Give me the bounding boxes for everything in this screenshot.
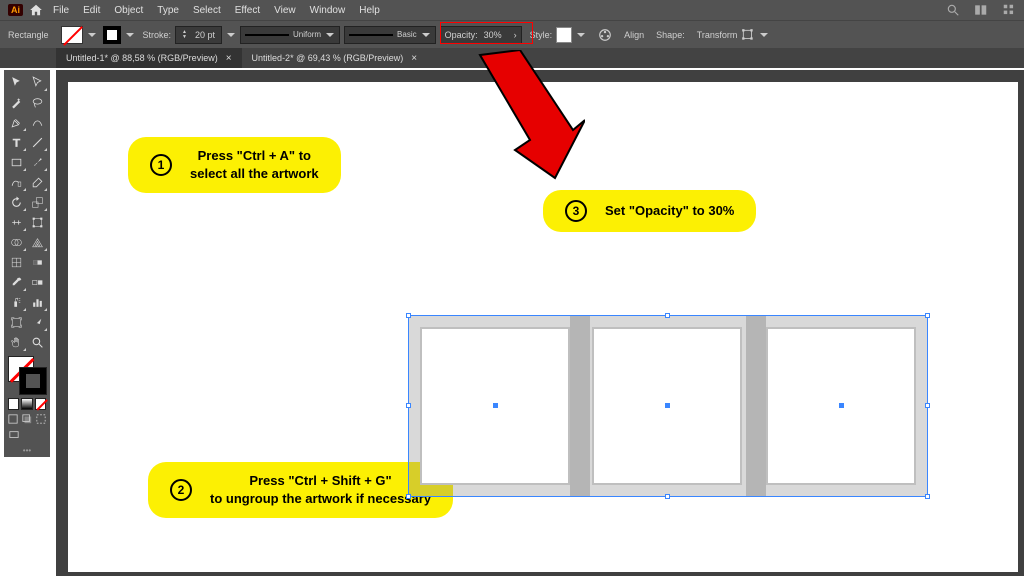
slice-tool[interactable] (27, 312, 48, 332)
eyedropper-tool[interactable] (6, 272, 27, 292)
search-icon[interactable] (946, 3, 960, 17)
scale-tool[interactable] (27, 192, 48, 212)
mesh-tool[interactable] (6, 252, 27, 272)
align-button[interactable]: Align (624, 30, 644, 40)
fill-stroke-indicator[interactable] (6, 354, 48, 396)
column-graph-tool[interactable] (27, 292, 48, 312)
stroke-dropdown-icon[interactable] (125, 30, 135, 40)
stroke-weight-dropdown-icon[interactable] (226, 30, 236, 40)
graphic-style-swatch[interactable] (556, 27, 572, 43)
annotation-callout-1: 1 Press "Ctrl + A" toselect all the artw… (128, 137, 341, 193)
style-dropdown-icon[interactable] (576, 30, 586, 40)
document-tab-2[interactable]: Untitled-2* @ 69,43 % (RGB/Preview) × (242, 48, 428, 68)
brush-definition[interactable]: Basic (344, 26, 436, 44)
document-tab-1[interactable]: Untitled-1* @ 88,58 % (RGB/Preview) × (56, 48, 242, 68)
opacity-control[interactable]: Opacity: 30% › (440, 26, 522, 44)
draw-inside[interactable] (34, 412, 48, 426)
type-tool[interactable] (6, 132, 27, 152)
fill-dropdown-icon[interactable] (87, 30, 97, 40)
direct-selection-tool[interactable] (27, 72, 48, 92)
paintbrush-tool[interactable] (27, 152, 48, 172)
width-tool[interactable] (6, 212, 27, 232)
lasso-tool[interactable] (27, 92, 48, 112)
opacity-expand-icon[interactable]: › (514, 30, 517, 40)
app-logo: Ai (8, 4, 23, 16)
shaper-tool[interactable] (6, 172, 27, 192)
zoom-tool[interactable] (27, 332, 48, 352)
workspace-icon[interactable] (974, 3, 988, 17)
annotation-number: 3 (565, 200, 587, 222)
fill-swatch[interactable] (61, 26, 83, 44)
menu-window[interactable]: Window (310, 5, 346, 16)
eraser-tool[interactable] (27, 172, 48, 192)
shape-type-label: Rectangle (8, 30, 49, 40)
stroke-value: 20 pt (191, 30, 219, 40)
control-bar: Rectangle Stroke: ▲▼ 20 pt Uniform Basic… (0, 20, 1024, 48)
gradient-mode[interactable] (21, 398, 32, 410)
opacity-label: Opacity: (445, 30, 478, 40)
color-mode[interactable] (8, 398, 19, 410)
menu-help[interactable]: Help (359, 5, 380, 16)
draw-normal[interactable] (6, 412, 20, 426)
annotation-callout-3: 3 Set "Opacity" to 30% (543, 190, 756, 232)
annotation-arrow (475, 50, 585, 180)
menu-select[interactable]: Select (193, 5, 221, 16)
screen-mode[interactable] (6, 428, 21, 442)
gradient-tool[interactable] (27, 252, 48, 272)
edit-toolbar[interactable]: ••• (6, 446, 48, 455)
menubar: Ai File Edit Object Type Select Effect V… (0, 0, 1024, 20)
free-transform-tool[interactable] (27, 212, 48, 232)
symbol-sprayer-tool[interactable] (6, 292, 27, 312)
opacity-value: 30% (484, 30, 502, 40)
arrange-icon[interactable] (1002, 3, 1016, 17)
stroke-swatch[interactable] (103, 26, 121, 44)
menu-object[interactable]: Object (114, 5, 143, 16)
annotation-number: 1 (150, 154, 172, 176)
curvature-tool[interactable] (27, 112, 48, 132)
transform-panel-icon[interactable] (741, 28, 755, 42)
tools-panel: ••• (4, 70, 50, 457)
shape-button[interactable]: Shape: (656, 30, 685, 40)
artboard-tool[interactable] (6, 312, 27, 332)
shape-builder-tool[interactable] (6, 232, 27, 252)
menu-type[interactable]: Type (157, 5, 179, 16)
rotate-tool[interactable] (6, 192, 27, 212)
perspective-grid-tool[interactable] (27, 232, 48, 252)
profile-dropdown-icon (325, 30, 335, 40)
draw-behind[interactable] (20, 412, 34, 426)
selected-artwork[interactable] (408, 315, 928, 497)
home-icon[interactable] (29, 3, 43, 17)
selection-tool[interactable] (6, 72, 27, 92)
pen-tool[interactable] (6, 112, 27, 132)
style-label: Style: (530, 30, 553, 40)
menu-file[interactable]: File (53, 5, 69, 16)
brush-dropdown-icon (421, 30, 431, 40)
more-options-icon[interactable] (759, 30, 769, 40)
line-tool[interactable] (27, 132, 48, 152)
recolor-icon[interactable] (598, 28, 612, 42)
annotation-number: 2 (170, 479, 192, 501)
menu-edit[interactable]: Edit (83, 5, 100, 16)
variable-width-profile[interactable]: Uniform (240, 26, 340, 44)
close-icon[interactable]: × (411, 53, 417, 64)
menu-effect[interactable]: Effect (235, 5, 260, 16)
menubar-right (946, 3, 1016, 17)
magic-wand-tool[interactable] (6, 92, 27, 112)
hand-tool[interactable] (6, 332, 27, 352)
close-icon[interactable]: × (226, 53, 232, 64)
rectangle-tool[interactable] (6, 152, 27, 172)
menu-view[interactable]: View (274, 5, 296, 16)
stroke-weight-input[interactable]: ▲▼ 20 pt (175, 26, 222, 44)
stroke-label: Stroke: (143, 30, 172, 40)
none-mode[interactable] (35, 398, 46, 410)
blend-tool[interactable] (27, 272, 48, 292)
stroke-indicator[interactable] (20, 368, 46, 394)
transform-button[interactable]: Transform (697, 30, 738, 40)
